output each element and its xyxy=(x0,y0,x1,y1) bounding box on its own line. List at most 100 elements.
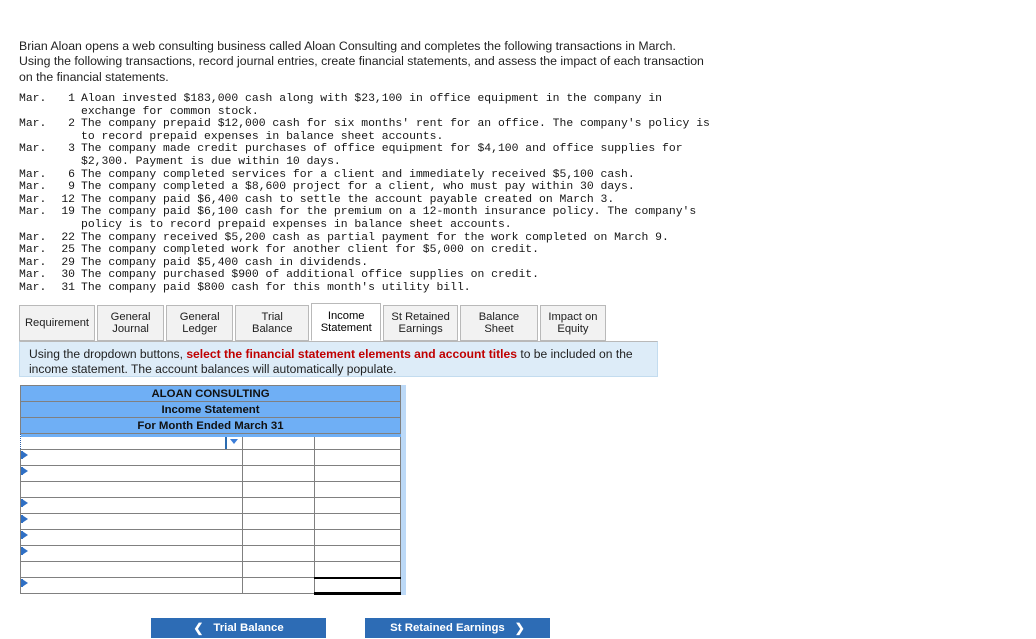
account-title-dropdown-cell[interactable] xyxy=(20,433,401,450)
tab-income-statement[interactable]: Income Statement xyxy=(311,303,382,341)
transaction-month: Mar. xyxy=(19,206,47,219)
statement-row-amount-b-cell[interactable] xyxy=(313,481,402,498)
row-dropdown-marker-icon[interactable] xyxy=(21,515,28,523)
transaction-day: 12 xyxy=(61,193,75,206)
statement-row-amount-b-cell[interactable] xyxy=(313,576,402,595)
statement-row[interactable] xyxy=(20,576,402,595)
statement-row[interactable] xyxy=(20,497,402,514)
intro-line-1: Brian Aloan opens a web consulting busin… xyxy=(19,39,676,53)
statement-row-amount-b-cell[interactable] xyxy=(313,465,402,482)
transaction-month: Mar. xyxy=(19,231,47,244)
statement-row-amount-b-cell[interactable] xyxy=(313,561,402,578)
transaction-day: 29 xyxy=(61,256,75,269)
statement-row-description-cell[interactable] xyxy=(20,497,243,514)
statement-row[interactable] xyxy=(20,561,402,578)
worksheet-navigation: ❮ Trial Balance St Retained Earnings ❯ xyxy=(151,618,551,638)
statement-row-description-cell[interactable] xyxy=(20,513,243,530)
account-dropdown-button[interactable] xyxy=(225,434,241,449)
transaction-day: 1 xyxy=(68,93,75,105)
prev-trial-balance-button[interactable]: ❮ Trial Balance xyxy=(151,618,326,638)
row-dropdown-marker-icon[interactable] xyxy=(21,451,28,459)
chevron-left-icon: ❮ xyxy=(193,621,204,635)
statement-row-description-cell[interactable] xyxy=(20,481,243,498)
transaction-description: The company completed services for a cli… xyxy=(81,168,635,181)
statement-row-amount-a-cell[interactable] xyxy=(242,529,315,546)
statement-row-description-cell[interactable] xyxy=(20,449,243,466)
statement-type-title: Income Statement xyxy=(19,401,402,418)
tab-label-line2: Equity xyxy=(557,323,589,335)
statement-row-amount-a-cell[interactable] xyxy=(242,561,315,578)
tab-label-line1: General xyxy=(110,310,151,323)
transaction-row: Mar. 31 The company paid $800 cash for thi… xyxy=(19,282,719,295)
tab-label-line1: Impact on xyxy=(548,310,598,323)
statement-row[interactable] xyxy=(20,465,402,482)
chevron-down-icon xyxy=(230,439,238,444)
statement-row-amount-b-cell[interactable] xyxy=(313,513,402,530)
transaction-month: Mar. xyxy=(19,281,47,294)
tab-label-line1: Income xyxy=(327,309,365,322)
transaction-month: Mar. xyxy=(19,143,47,156)
tab-impact-on-equity[interactable]: Impact on Equity xyxy=(539,305,606,341)
transaction-day: 25 xyxy=(61,244,75,257)
statement-row-amount-a-cell[interactable] xyxy=(242,577,315,594)
statement-row-amount-a-cell[interactable] xyxy=(242,545,315,562)
statement-row-description-cell[interactable] xyxy=(20,529,243,546)
tab-trial-balance[interactable]: Trial Balance xyxy=(235,305,310,341)
transaction-row: Mar. 22 The company received $5,200 cash a… xyxy=(19,232,719,245)
instruction-banner: Using the dropdown buttons, select the f… xyxy=(19,341,658,377)
income-statement-sheet: ALOAN CONSULTING Income Statement For Mont… xyxy=(19,385,406,595)
statement-company-name-cell: ALOAN CONSULTING xyxy=(19,385,402,402)
transaction-day: 31 xyxy=(61,281,75,294)
tab-label-line1: General xyxy=(179,310,220,323)
tab-general-journal[interactable]: General Journal xyxy=(97,305,165,341)
row-dropdown-marker-icon[interactable] xyxy=(21,467,28,475)
transaction-month: Mar. xyxy=(19,193,47,206)
statement-row-description-cell[interactable] xyxy=(20,545,243,562)
statement-row-amount-a-cell[interactable] xyxy=(242,481,315,498)
row-dropdown-marker-icon[interactable] xyxy=(21,499,28,507)
statement-row-amount-b-cell[interactable] xyxy=(313,545,402,562)
intro-line-2: Using the following transactions, record… xyxy=(19,54,704,84)
row-dropdown-marker-icon[interactable] xyxy=(21,579,28,587)
transaction-month: Mar. xyxy=(19,93,47,105)
row-dropdown-marker-icon[interactable] xyxy=(21,547,28,555)
statement-row-amount-a-cell[interactable] xyxy=(242,449,315,466)
amount-column-a-cell[interactable] xyxy=(242,433,315,450)
selected-account-row[interactable] xyxy=(20,433,402,450)
statement-row-amount-a-cell[interactable] xyxy=(242,513,315,530)
statement-row-amount-b-cell[interactable] xyxy=(313,497,402,514)
transaction-row: Mar. 19 The company paid $6,100 cash for t… xyxy=(19,206,719,231)
transaction-description: The company paid $6,100 cash for the pre… xyxy=(81,206,697,231)
next-st-retained-earnings-button[interactable]: St Retained Earnings ❯ xyxy=(365,618,550,638)
tab-general-ledger[interactable]: General Ledger xyxy=(166,305,234,341)
transaction-row: Mar. 12 The company paid $6,400 cash to se… xyxy=(19,194,719,207)
tab-requirement[interactable]: Requirement xyxy=(19,305,95,341)
statement-row-amount-a-cell[interactable] xyxy=(242,497,315,514)
statement-row[interactable] xyxy=(20,529,402,546)
statement-row[interactable] xyxy=(20,449,402,466)
tab-label-line2: Earnings xyxy=(398,323,443,335)
statement-row[interactable] xyxy=(20,481,402,498)
statement-row[interactable] xyxy=(20,545,402,562)
income-statement-table: ALOAN CONSULTING Income Statement For Mont… xyxy=(19,385,402,595)
tab-st-retained-earnings[interactable]: St Retained Earnings xyxy=(383,305,459,341)
statement-row-description-cell[interactable] xyxy=(20,465,243,482)
statement-row-amount-a-cell[interactable] xyxy=(242,465,315,482)
tab-balance-sheet[interactable]: Balance Sheet xyxy=(460,305,538,341)
sheet-scrollbar[interactable] xyxy=(401,385,406,595)
problem-intro: Brian Aloan opens a web consulting busin… xyxy=(19,39,719,85)
statement-row-description-cell[interactable] xyxy=(20,577,243,594)
transaction-description: The company received $5,200 cash as part… xyxy=(81,231,669,244)
tab-label-line1: Requirement xyxy=(24,316,90,329)
transaction-row: Mar. 3 The company made credit purchases o… xyxy=(19,143,719,168)
statement-row-description-cell[interactable] xyxy=(20,561,243,578)
banner-text-pre: Using the dropdown buttons, xyxy=(29,347,187,361)
statement-row-amount-b-cell[interactable] xyxy=(313,449,402,466)
statement-row[interactable] xyxy=(20,513,402,530)
amount-column-b-cell[interactable] xyxy=(313,433,402,450)
row-dropdown-marker-icon[interactable] xyxy=(21,531,28,539)
transaction-month: Mar. xyxy=(19,118,47,131)
transaction-day: 22 xyxy=(61,231,75,244)
worksheet-tab-bar: Requirement General Journal General Ledger Tr… xyxy=(19,303,606,341)
statement-row-amount-b-cell[interactable] xyxy=(313,529,402,546)
